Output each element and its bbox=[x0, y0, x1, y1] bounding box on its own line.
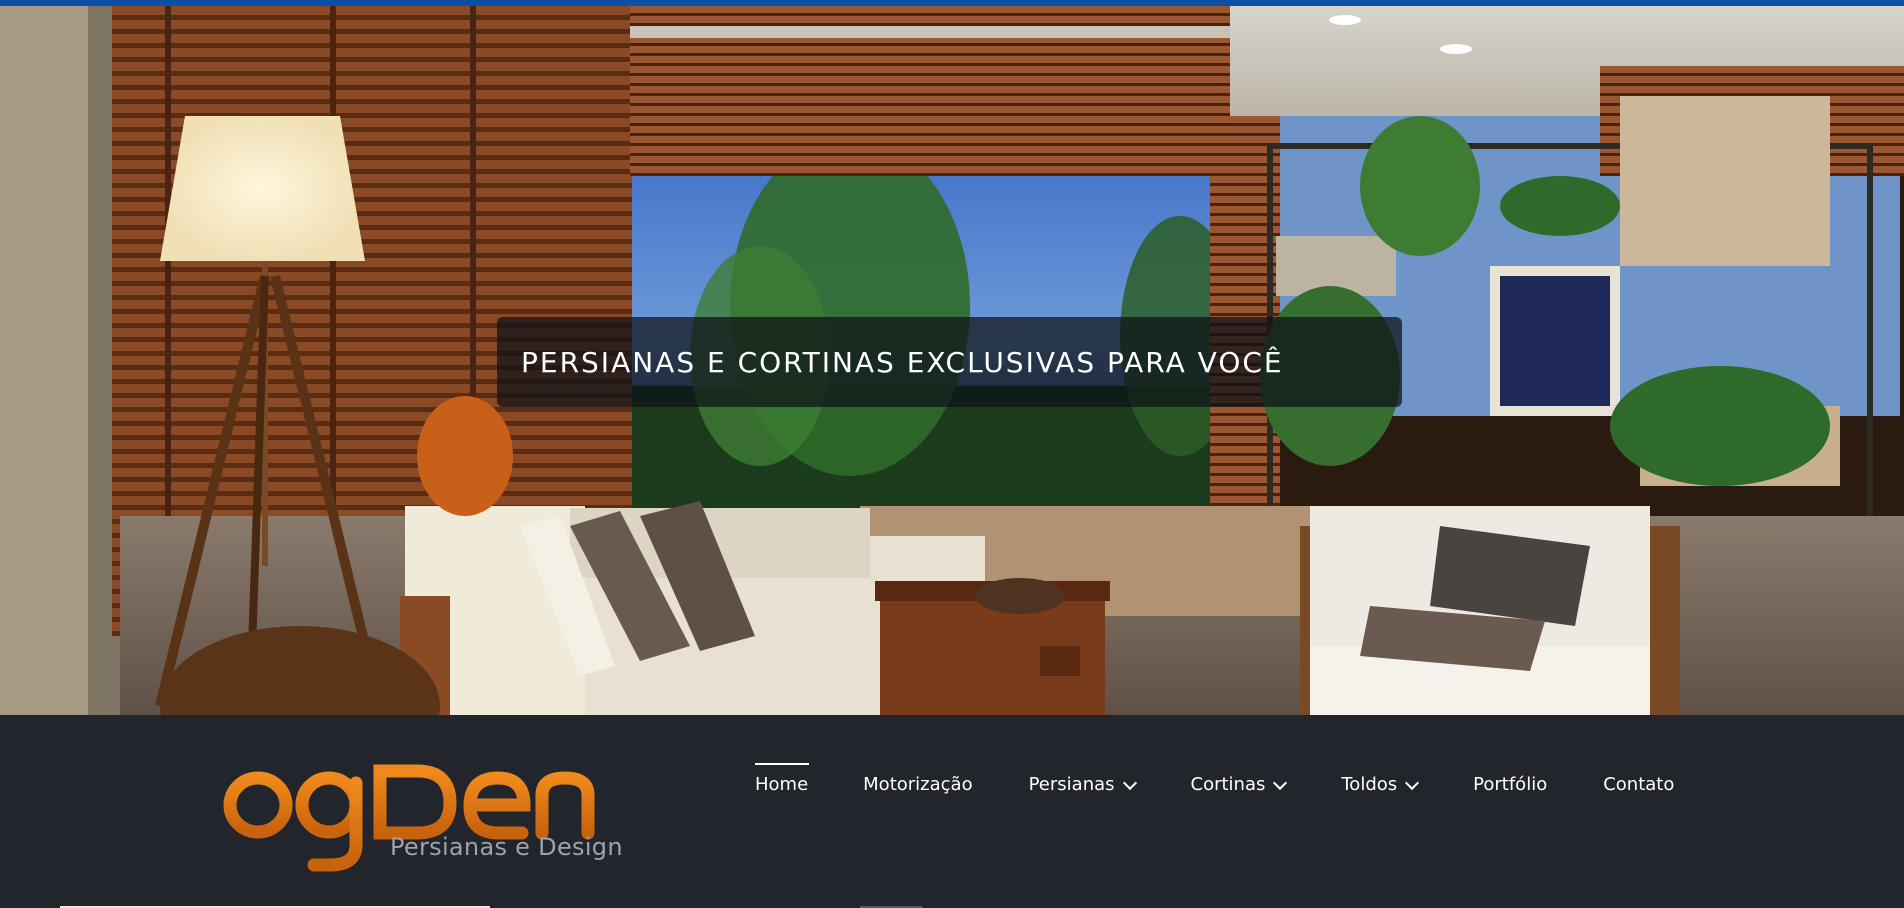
brand-tagline: Persianas e Design bbox=[390, 833, 623, 861]
main-navigation: Home Motorização Persianas Cortinas Told… bbox=[755, 763, 1674, 805]
nav-label: Home bbox=[755, 774, 809, 795]
nav-item-cortinas[interactable]: Cortinas bbox=[1190, 765, 1288, 805]
nav-label: Portfólio bbox=[1473, 774, 1548, 795]
brand-logo[interactable]: Persianas e Design bbox=[222, 753, 623, 873]
chevron-down-icon bbox=[1405, 775, 1420, 791]
nav-label: Toldos bbox=[1341, 774, 1398, 795]
nav-label: Persianas bbox=[1028, 774, 1115, 795]
nav-item-motorizacao[interactable]: Motorização bbox=[863, 765, 972, 805]
site-header: Persianas e Design Home Motorização Pers… bbox=[0, 715, 1904, 908]
nav-item-contato[interactable]: Contato bbox=[1603, 765, 1674, 805]
hero-banner: PERSIANAS E CORTINAS EXCLUSIVAS PARA VOC… bbox=[0, 6, 1904, 715]
nav-item-toldos[interactable]: Toldos bbox=[1341, 765, 1420, 805]
nav-active-indicator bbox=[755, 763, 809, 765]
hero-headline: PERSIANAS E CORTINAS EXCLUSIVAS PARA VOC… bbox=[521, 345, 1284, 379]
nav-label: Cortinas bbox=[1190, 774, 1266, 795]
chevron-down-icon bbox=[1122, 775, 1137, 791]
nav-label: Contato bbox=[1603, 774, 1675, 795]
nav-item-persianas[interactable]: Persianas bbox=[1028, 765, 1137, 805]
nav-item-portfolio[interactable]: Portfólio bbox=[1473, 765, 1547, 805]
chevron-down-icon bbox=[1273, 775, 1288, 791]
nav-item-home[interactable]: Home bbox=[755, 763, 809, 805]
nav-label: Motorização bbox=[863, 774, 973, 795]
hero-caption-box: PERSIANAS E CORTINAS EXCLUSIVAS PARA VOC… bbox=[497, 317, 1402, 407]
